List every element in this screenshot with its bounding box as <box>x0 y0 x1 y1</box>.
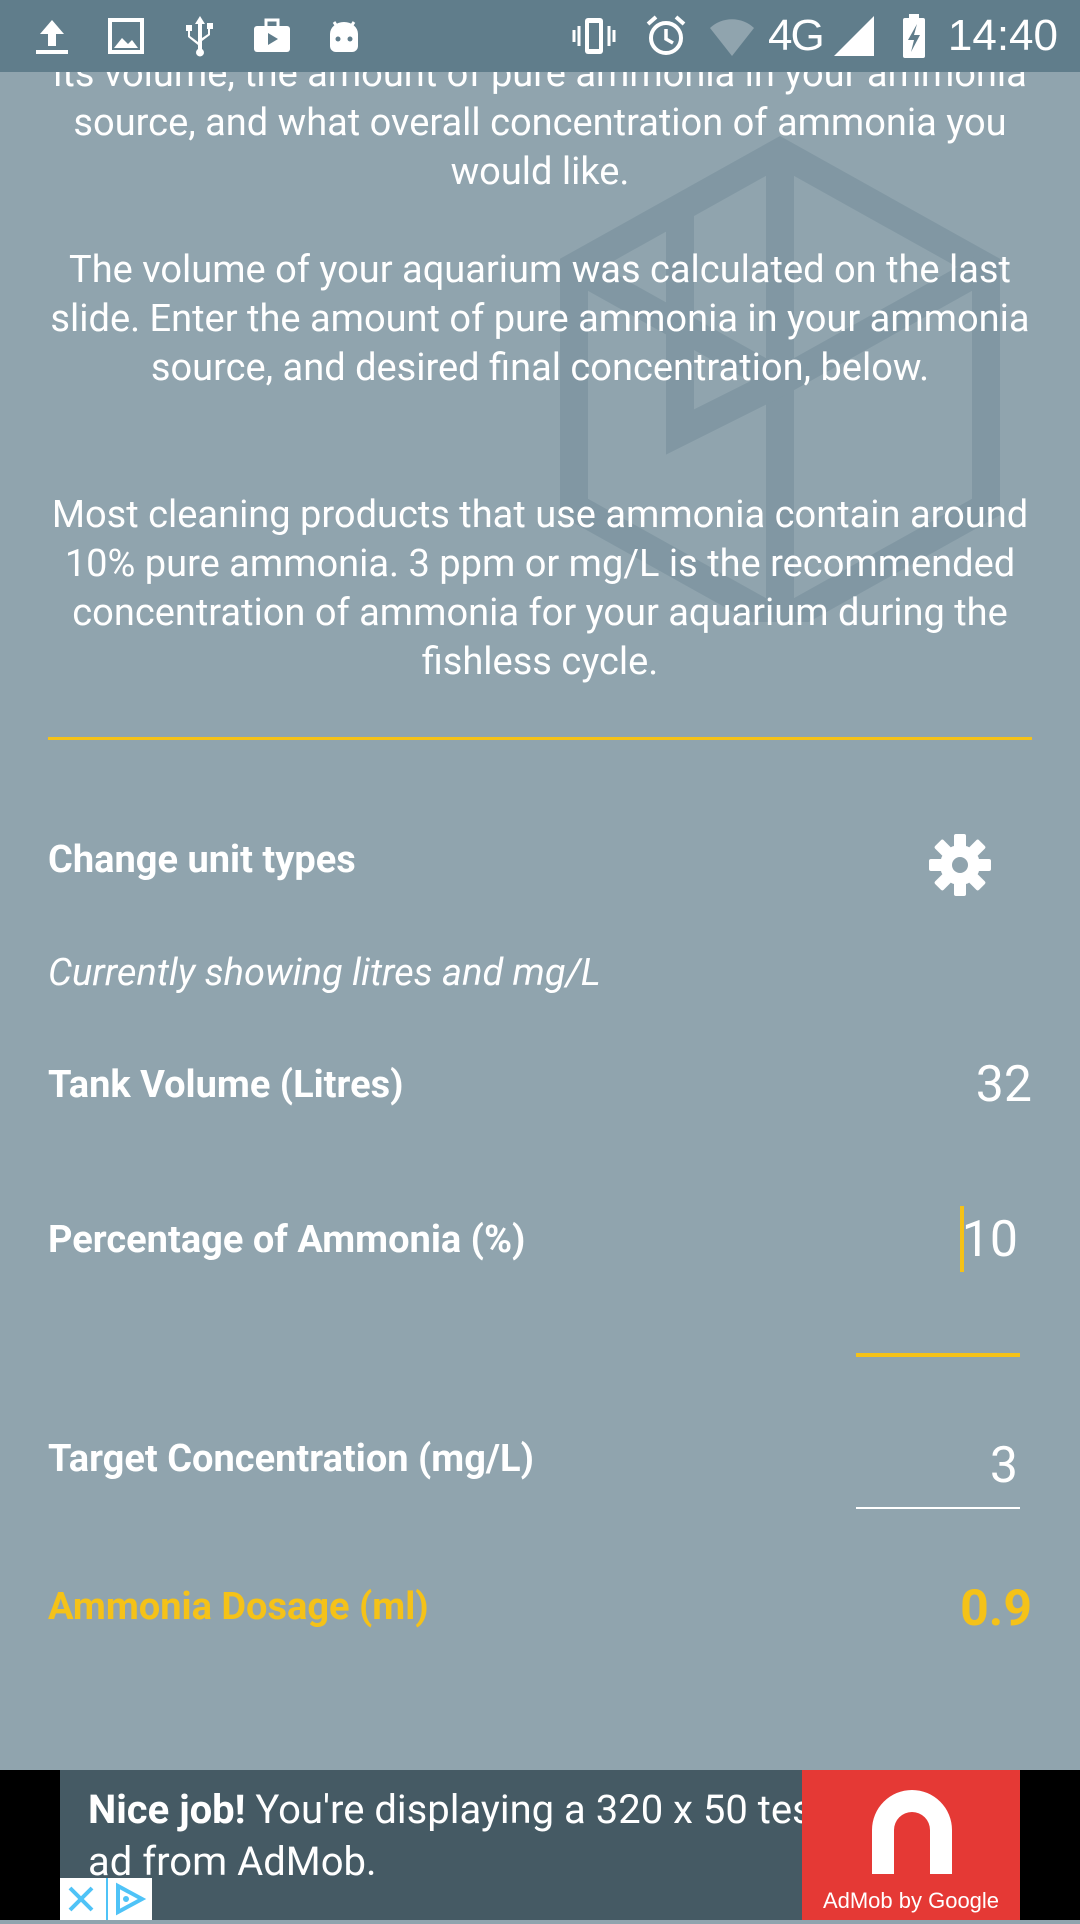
upload-icon <box>28 12 76 60</box>
ammonia-percentage-input[interactable] <box>854 1208 1020 1272</box>
usb-icon <box>176 12 224 60</box>
settings-button[interactable] <box>925 830 995 900</box>
ammonia-percentage-label: Percentage of Ammonia (%) <box>48 1218 526 1262</box>
signal-icon <box>830 12 878 60</box>
calculator-slide[interactable]: its volume, the amount of pure ammonia i… <box>0 72 1080 1770</box>
ad-container: Nice job! You're displaying a 320 x 50 t… <box>0 1770 1080 1920</box>
ad-headline: Nice job! <box>88 1786 246 1833</box>
section-divider <box>48 737 1032 740</box>
target-concentration-underline <box>856 1507 1020 1509</box>
intro-paragraph: its volume, the amount of pure ammonia i… <box>53 72 1027 194</box>
ad-choices-button[interactable] <box>60 1878 152 1920</box>
alarm-icon <box>642 12 690 60</box>
network-type: 4G <box>768 11 825 60</box>
ad-text: Nice job! You're displaying a 320 x 50 t… <box>88 1784 848 1888</box>
ammonia-dosage-value: 0.9 <box>960 1580 1032 1638</box>
image-icon <box>102 12 150 60</box>
battery-charging-icon <box>890 12 938 60</box>
wifi-icon <box>708 12 756 60</box>
admob-logo: AdMob by Google <box>802 1770 1020 1920</box>
intro-paragraph: The volume of your aquarium was calculat… <box>50 248 1030 390</box>
ammonia-percentage-underline <box>856 1353 1020 1357</box>
text-cursor <box>960 1206 964 1272</box>
android-icon <box>320 12 368 60</box>
target-concentration-input[interactable] <box>854 1434 1020 1498</box>
intro-paragraph: Most cleaning products that use ammonia … <box>51 493 1029 684</box>
admob-logo-text: AdMob by Google <box>822 1888 1000 1913</box>
admob-icon <box>872 1790 952 1874</box>
status-bar: 4G 14:40 <box>0 0 1080 72</box>
change-units-label: Change unit types <box>48 838 356 882</box>
current-units-text: Currently showing litres and mg/L <box>48 951 601 995</box>
target-concentration-label: Target Concentration (mg/L) <box>48 1437 534 1481</box>
tank-volume-label: Tank Volume (Litres) <box>48 1063 404 1107</box>
ammonia-dosage-label: Ammonia Dosage (ml) <box>48 1585 429 1629</box>
gear-icon <box>929 834 991 896</box>
tank-volume-value: 32 <box>975 1056 1032 1114</box>
ad-choices-icon <box>68 1878 147 1920</box>
clock: 14:40 <box>947 11 1058 60</box>
vibrate-icon <box>570 12 618 60</box>
briefcase-icon <box>248 12 296 60</box>
ad-banner[interactable]: Nice job! You're displaying a 320 x 50 t… <box>60 1770 1020 1920</box>
